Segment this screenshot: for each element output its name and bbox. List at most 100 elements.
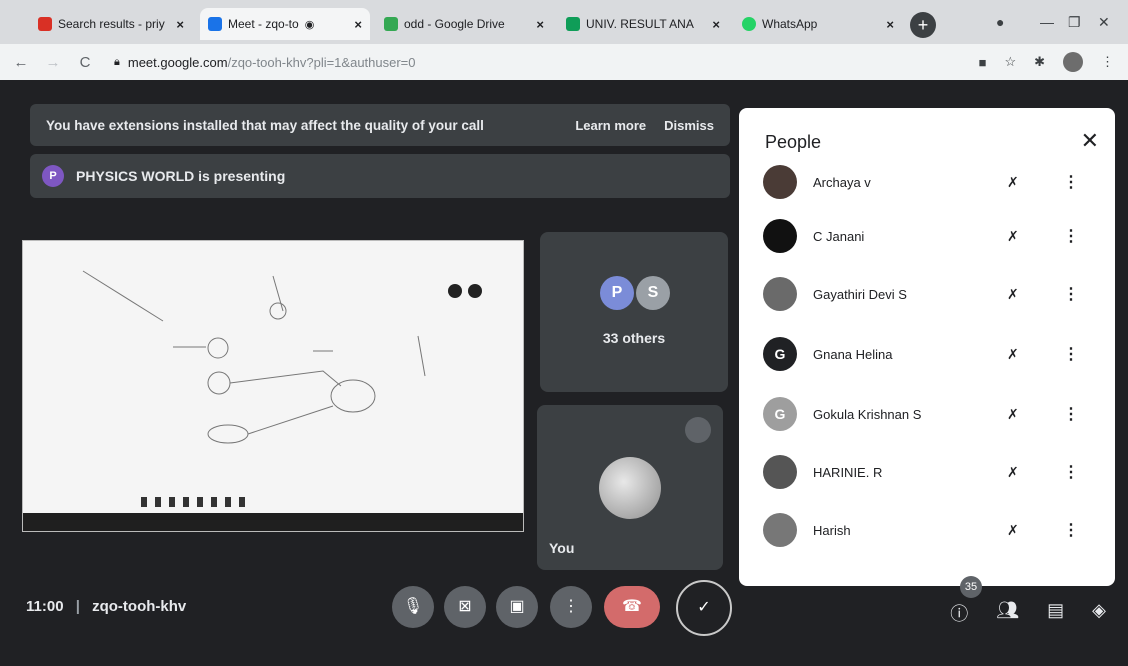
more-vert-icon[interactable]: ⋮ (1063, 462, 1079, 482)
avatar (763, 513, 797, 547)
more-options-button[interactable]: ⋮ (550, 586, 592, 628)
more-vert-icon[interactable]: ⋮ (1063, 344, 1079, 364)
close-icon[interactable]: ✕ (1081, 128, 1099, 154)
whiteboard-drawing (82, 270, 482, 507)
forward-icon[interactable]: → (42, 54, 64, 71)
close-icon[interactable]: × (536, 17, 544, 32)
self-label: You (549, 540, 575, 556)
tab-label: WhatsApp (762, 17, 818, 31)
more-vert-icon[interactable]: ⋮ (1063, 226, 1079, 246)
presenter-avatar: P (42, 165, 64, 187)
participant-name: Harish (813, 522, 851, 538)
more-vert-icon[interactable]: ⋮ (1063, 284, 1079, 304)
more-vert-icon[interactable]: ⋮ (1063, 404, 1079, 424)
address-bar: ← → C 🔒︎ meet.google.com/zqo-tooh-khv?pl… (0, 44, 1128, 80)
tab-label: UNIV. RESULT ANA (586, 17, 694, 31)
divider: | (75, 598, 80, 615)
chat-icon[interactable]: ▤ (1047, 600, 1064, 626)
participant-name: Gnana Helina (813, 346, 893, 362)
drive-icon (384, 17, 398, 31)
avatar (763, 219, 797, 253)
mic-off-icon[interactable]: ✗ (1007, 286, 1019, 303)
reload-icon[interactable]: C (74, 54, 96, 71)
participant-name: Archaya v (813, 174, 871, 190)
bottom-control-bar: 11:00 | zqo-tooh-khv 🎙︎ ⊠ ▣ ⋮ ☎︎ ✓ 35 ⓘ … (0, 572, 1128, 666)
close-window-icon[interactable]: ✕ (1098, 14, 1110, 31)
meet-stage: You have extensions installed that may a… (0, 80, 1128, 666)
mic-off-icon[interactable]: ✗ (1007, 522, 1019, 539)
leave-call-button[interactable]: ☎︎ (604, 586, 660, 628)
mic-off-icon[interactable]: ✗ (1007, 228, 1019, 245)
participant-row: G Gokula Krishnan S ✗ ⋮ (763, 394, 1103, 434)
profile-icon[interactable]: ● (996, 14, 1004, 30)
presenting-text: PHYSICS WORLD is presenting (76, 168, 286, 184)
new-tab-button[interactable]: + (910, 12, 936, 38)
meeting-info: 11:00 | zqo-tooh-khv (26, 598, 186, 615)
participant-count-badge: 35 (960, 576, 982, 598)
info-icon[interactable]: ⓘ (950, 600, 968, 626)
mic-off-icon[interactable]: ✗ (1007, 174, 1019, 191)
minimize-icon[interactable]: — (1040, 14, 1054, 30)
extensions-icon[interactable]: ✱ (1034, 54, 1045, 70)
close-icon[interactable]: × (712, 17, 720, 32)
tab-google-drive[interactable]: odd - Google Drive × (376, 8, 552, 40)
speaker-icon: ◉ (304, 18, 315, 31)
learn-more-link[interactable]: Learn more (575, 118, 646, 133)
presentation-screen[interactable] (22, 240, 524, 532)
url-host: meet.google.com (127, 54, 228, 70)
avatar (599, 457, 661, 519)
back-icon[interactable]: ← (10, 54, 32, 71)
camera-toggle-button[interactable]: ⊠ (444, 586, 486, 628)
maximize-icon[interactable]: ❐ (1068, 14, 1081, 31)
sheets-icon (566, 17, 580, 31)
participant-row: G Gnana Helina ✗ ⋮ (763, 334, 1103, 374)
tab-label: odd - Google Drive (404, 17, 505, 31)
gmail-icon (38, 17, 52, 31)
participant-name: Gayathiri Devi S (813, 286, 907, 302)
activities-icon[interactable]: ◈ (1092, 600, 1106, 626)
url-field[interactable]: 🔒︎ meet.google.com/zqo-tooh-khv?pli=1&au… (114, 55, 416, 70)
whatsapp-icon (742, 17, 756, 31)
mic-off-icon[interactable]: ✗ (1007, 464, 1019, 481)
participant-row: C Janani ✗ ⋮ (763, 216, 1103, 256)
mic-toggle-button[interactable]: 🎙︎ (392, 586, 434, 628)
tab-label: Meet - zqo-to (228, 17, 299, 31)
dismiss-button[interactable]: Dismiss (664, 118, 714, 133)
close-icon[interactable]: × (354, 17, 362, 32)
check-icon[interactable]: ✓ (676, 580, 732, 636)
close-icon[interactable]: × (176, 17, 184, 32)
participant-row: Archaya v ✗ ⋮ (763, 162, 1103, 202)
avatar: G (763, 397, 797, 431)
present-button[interactable]: ▣ (496, 586, 538, 628)
banner-message: You have extensions installed that may a… (46, 117, 484, 133)
lock-icon: 🔒︎ (114, 55, 120, 68)
people-icon[interactable]: 👥︎ (996, 600, 1019, 626)
people-panel-title: People (765, 132, 822, 152)
avatar (763, 165, 797, 199)
participant-row: Harish ✗ ⋮ (763, 510, 1103, 550)
tab-univ-result[interactable]: UNIV. RESULT ANA × (558, 8, 728, 40)
extensions-warning-banner: You have extensions installed that may a… (30, 104, 730, 146)
more-vert-icon[interactable]: ⋮ (1063, 520, 1079, 540)
participant-row: Gayathiri Devi S ✗ ⋮ (763, 274, 1103, 314)
mic-off-icon[interactable]: ✗ (1007, 346, 1019, 363)
more-vert-icon[interactable]: ⋮ (1063, 172, 1079, 192)
tab-label: Search results - priy (58, 17, 165, 31)
participant-avatar: S (636, 276, 670, 310)
clock-time: 11:00 (26, 598, 64, 615)
tab-search-results[interactable]: Search results - priy × (30, 8, 192, 40)
tab-meet[interactable]: Meet - zqo-to ◉ × (200, 8, 370, 40)
mic-off-icon[interactable]: ✗ (1007, 406, 1019, 423)
camera-icon[interactable]: ■ (979, 55, 987, 70)
more-vert-icon[interactable]: ⋮ (1101, 54, 1114, 70)
others-tile[interactable]: P S 33 others (540, 232, 728, 392)
avatar[interactable] (1063, 52, 1083, 72)
meeting-code: zqo-tooh-khv (92, 598, 187, 615)
close-icon[interactable]: × (886, 17, 894, 32)
participant-avatar: P (600, 276, 634, 310)
browser-tab-strip: Search results - priy × Meet - zqo-to ◉ … (0, 0, 1128, 44)
avatar (763, 277, 797, 311)
star-icon[interactable]: ☆ (1004, 54, 1016, 70)
tab-whatsapp[interactable]: WhatsApp × (734, 8, 902, 40)
self-view-tile[interactable]: You (537, 405, 723, 570)
